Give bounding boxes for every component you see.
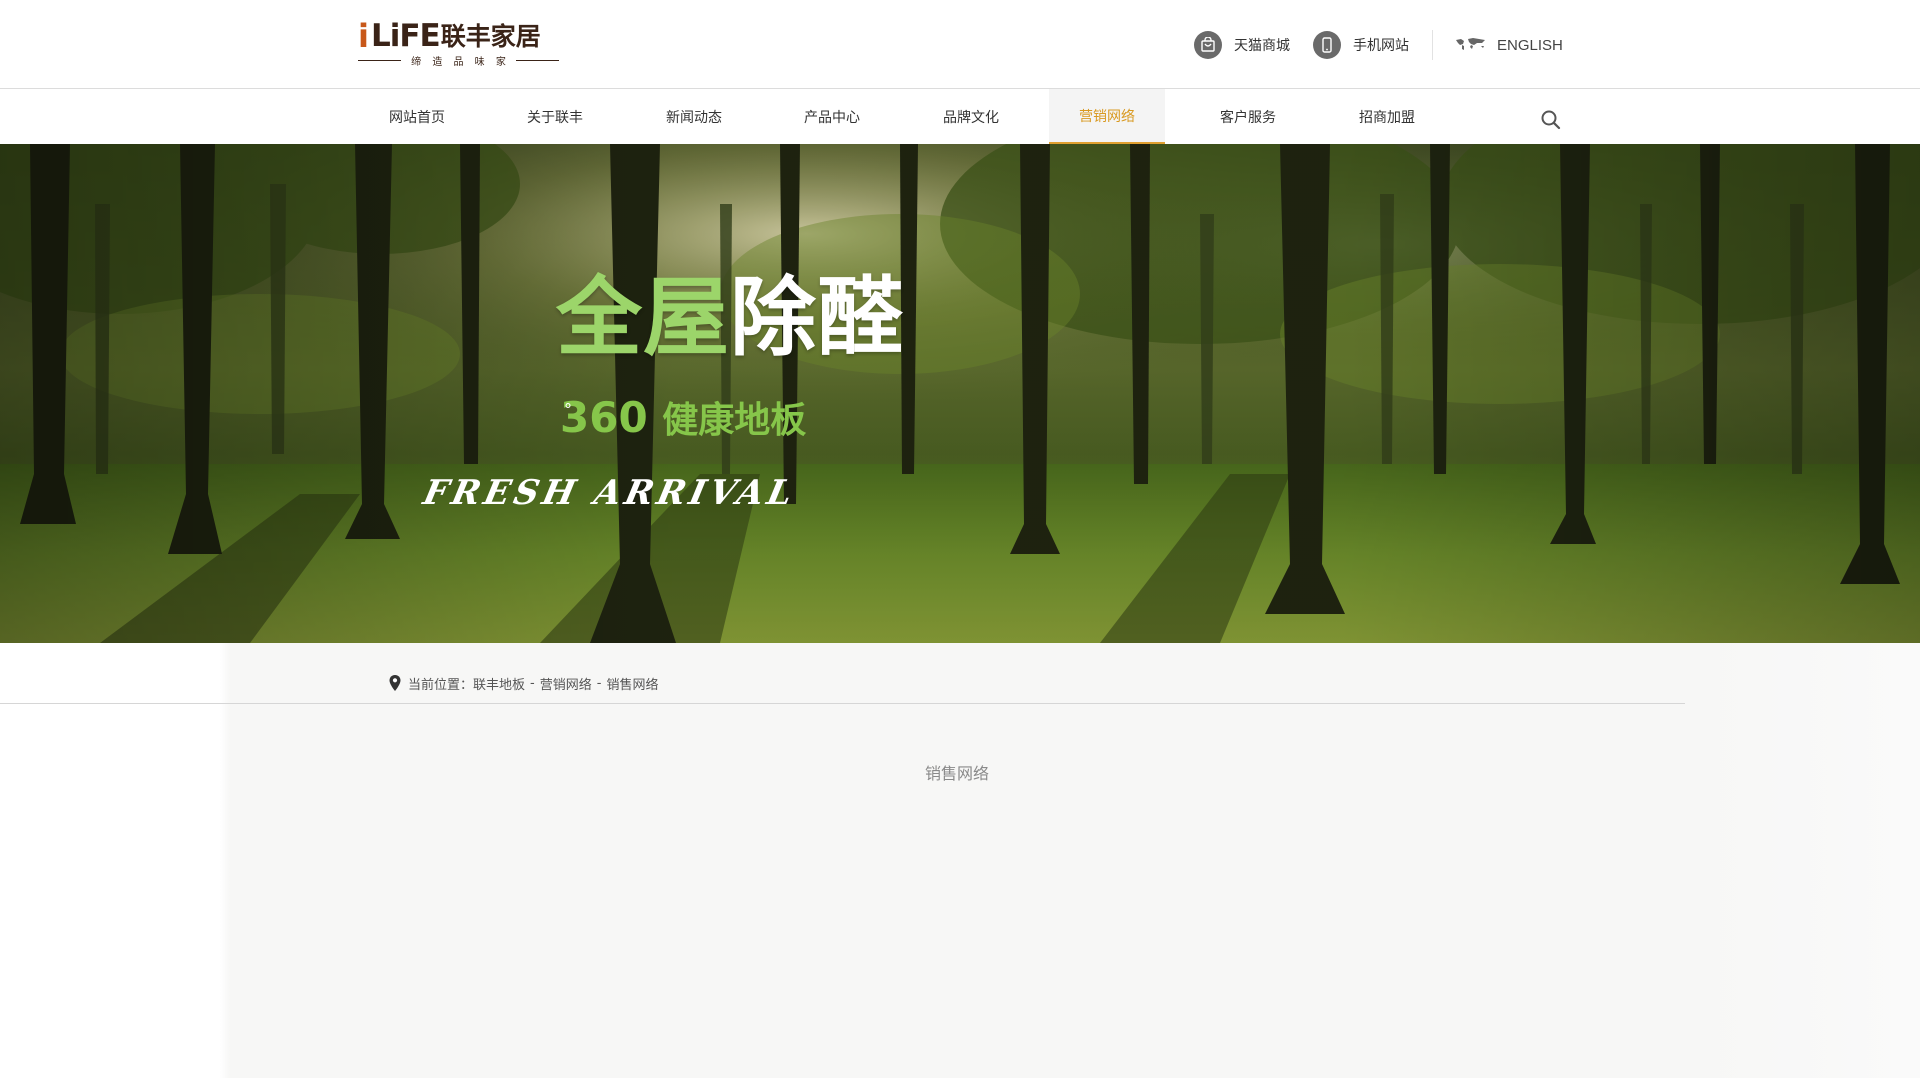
forest-background-image xyxy=(0,144,1920,643)
site-logo[interactable]: i LiFE 联丰家居 缔 造 品 味 家 xyxy=(358,20,562,68)
tmall-store-link[interactable]: 天猫商城 xyxy=(1194,30,1290,60)
banner-subtitle-number: 360 xyxy=(560,393,648,442)
section-title: 销售网络 xyxy=(924,764,989,783)
nav-item-brand-culture[interactable]: 品牌文化 xyxy=(913,89,1029,144)
mobile-site-link[interactable]: 手机网站 xyxy=(1313,30,1409,60)
mobile-site-label: 手机网站 xyxy=(1353,38,1409,54)
breadcrumb-item-marketing[interactable]: 营销网络 xyxy=(540,674,592,693)
banner-subtitle: ° 360 健康地板 xyxy=(560,390,806,449)
map-pin-icon xyxy=(389,675,401,691)
nav-item-customer-service[interactable]: 客户服务 xyxy=(1190,89,1306,144)
nav-item-news[interactable]: 新闻动态 xyxy=(636,89,752,144)
mobile-phone-icon xyxy=(1313,31,1341,59)
nav-item-franchise[interactable]: 招商加盟 xyxy=(1329,89,1445,144)
tmall-bag-icon xyxy=(1194,31,1222,59)
nav-item-home[interactable]: 网站首页 xyxy=(359,89,475,144)
banner-subtitle-text: 健康地板 xyxy=(662,400,807,441)
main-nav: 网站首页 关于联丰 新闻动态 产品中心 品牌文化 营销网络 客户服务 招商加盟 xyxy=(0,89,1920,144)
english-site-label: ENGLISH xyxy=(1497,36,1563,54)
banner-slogan: FRESH ARRIVAL xyxy=(419,473,800,513)
breadcrumb-item-sales-network[interactable]: 销售网络 xyxy=(606,674,658,693)
logo-brand-cn: 联丰家居 xyxy=(440,22,541,51)
breadcrumb-divider xyxy=(0,703,1685,704)
breadcrumb-separator: - xyxy=(596,675,602,691)
logo-wordmark: i LiFE 联丰家居 xyxy=(358,20,541,52)
logo-tagline: 缔 造 品 味 家 xyxy=(411,56,510,68)
logo-brand: LiFE xyxy=(370,18,441,54)
english-site-link[interactable]: ENGLISH xyxy=(1455,30,1563,60)
nav-item-marketing-network[interactable]: 营销网络 xyxy=(1049,89,1165,144)
breadcrumb: 当前位置： 联丰地板 - 营销网络 - 销售网络 xyxy=(388,672,658,694)
site-header: i LiFE 联丰家居 缔 造 品 味 家 天猫商城 手机网站 ENGLISH xyxy=(0,0,1920,89)
nav-item-products[interactable]: 产品中心 xyxy=(774,89,890,144)
nav-item-about[interactable]: 关于联丰 xyxy=(497,89,613,144)
breadcrumb-separator: - xyxy=(530,675,535,691)
logo-rule-left xyxy=(358,59,402,61)
banner-title: 全屋除醛 xyxy=(556,268,904,368)
search-icon[interactable] xyxy=(1538,107,1564,133)
hero-banner: 全屋除醛 ° 360 健康地板 FRESH ARRIVAL xyxy=(0,144,1920,643)
banner-title-part1: 全屋 xyxy=(556,268,730,368)
tmall-store-label: 天猫商城 xyxy=(1234,38,1290,54)
logo-prefix: i xyxy=(358,17,369,55)
breadcrumb-item-home[interactable]: 联丰地板 xyxy=(473,674,525,693)
banner-degree-mark: ° xyxy=(564,400,572,419)
world-map-icon xyxy=(1455,36,1487,55)
header-divider xyxy=(1432,30,1433,60)
logo-rule-right xyxy=(515,59,559,61)
breadcrumb-label: 当前位置： xyxy=(408,677,474,693)
logo-tagline-row: 缔 造 品 味 家 xyxy=(358,53,559,68)
banner-title-part2: 除醛 xyxy=(730,268,904,368)
content-area xyxy=(0,643,1920,1078)
